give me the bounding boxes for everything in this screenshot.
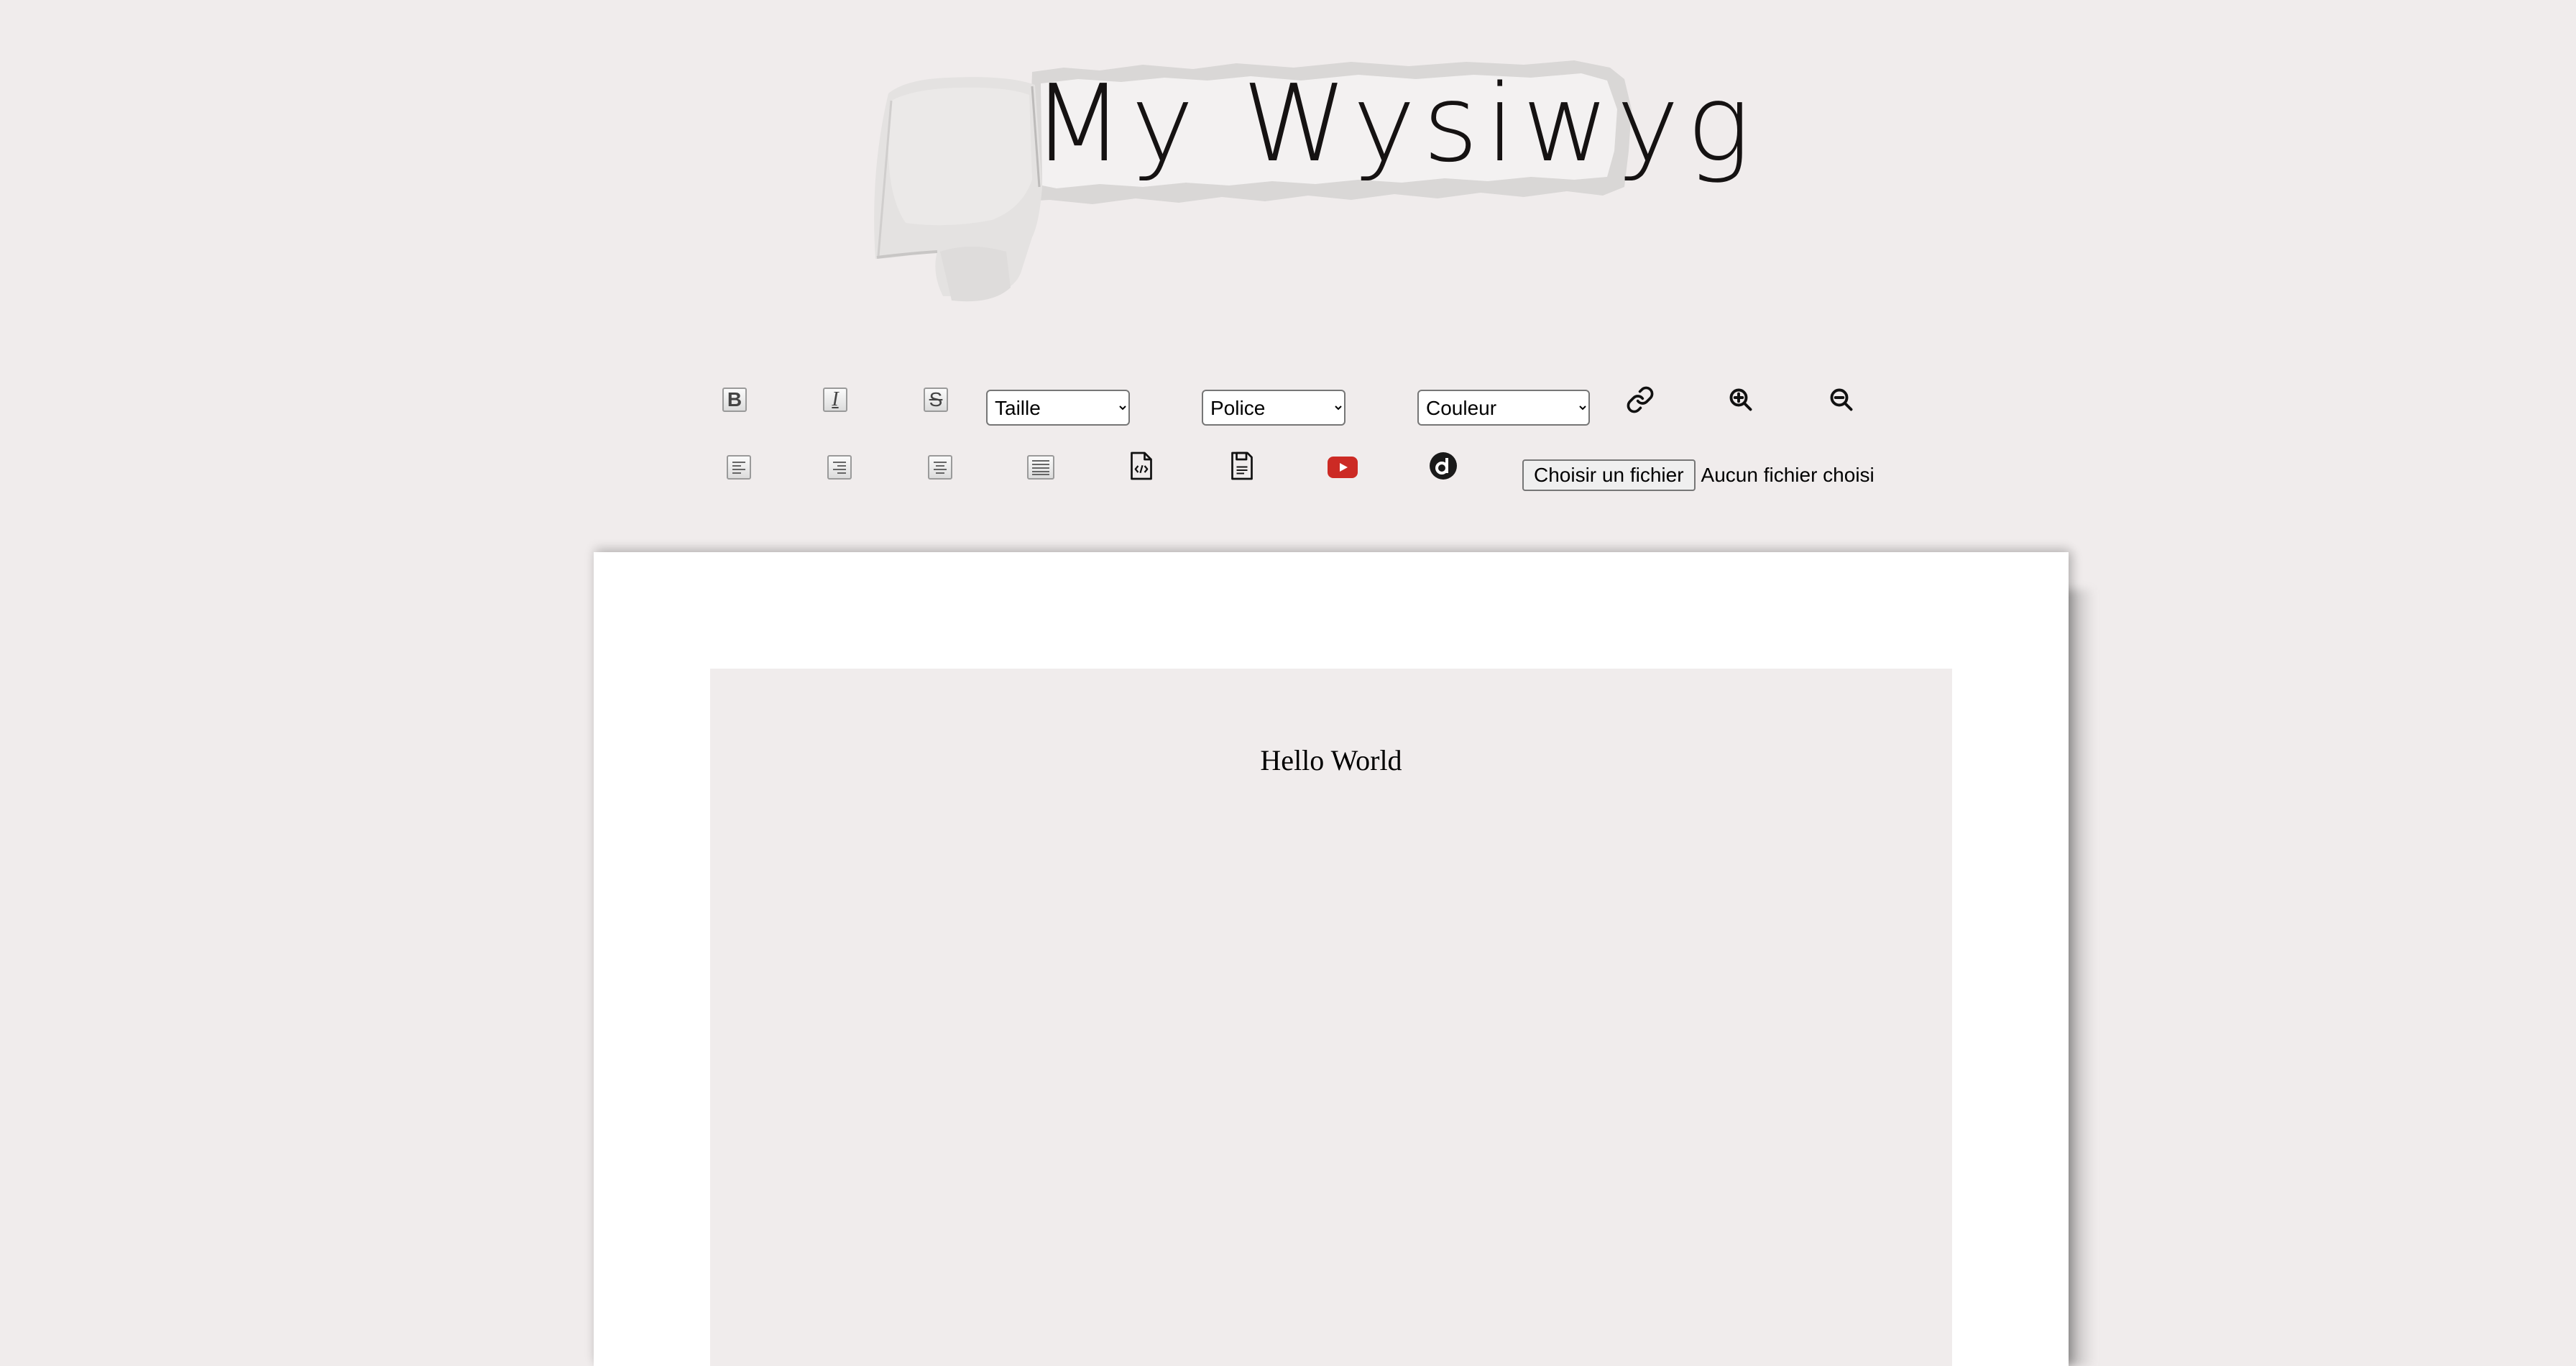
align-right-icon (827, 455, 852, 480)
save-button[interactable] (1226, 450, 1258, 482)
font-color-select[interactable]: Couleur (1417, 390, 1590, 426)
bold-button[interactable]: B (719, 384, 750, 416)
file-input[interactable]: Choisir un fichier Aucun fichier choisi (1522, 459, 1874, 492)
justify-icon (1027, 455, 1054, 480)
zoom-in-icon (1729, 388, 1752, 411)
code-view-button[interactable] (1126, 450, 1157, 482)
dailymotion-embed-button[interactable] (1427, 450, 1459, 482)
link-button[interactable] (1624, 384, 1656, 416)
code-file-icon (1131, 451, 1152, 480)
strikethrough-icon: S (924, 388, 948, 412)
app-page: My Wysiwyg B I S Taille Police Couleur C… (0, 0, 2576, 1366)
header-logo: My Wysiwyg (862, 43, 1750, 345)
app-title: My Wysiwyg (1032, 62, 1758, 185)
file-status-text: Aucun fichier choisi (1701, 464, 1874, 486)
link-icon (1627, 386, 1654, 413)
italic-icon: I (823, 388, 847, 412)
editor-area[interactable]: Hello World (710, 669, 1952, 1366)
save-file-icon (1231, 451, 1253, 480)
document-sheet: Hello World (594, 552, 2069, 1366)
align-left-lines (732, 462, 745, 474)
align-center-icon (928, 455, 952, 480)
choose-file-button[interactable]: Choisir un fichier (1522, 459, 1696, 491)
align-center-button[interactable] (924, 451, 956, 483)
align-right-lines (833, 462, 846, 474)
zoom-out-button[interactable] (1826, 384, 1857, 416)
align-center-lines (934, 462, 947, 474)
youtube-embed-button[interactable] (1327, 451, 1358, 483)
font-family-select[interactable]: Police (1202, 390, 1346, 426)
zoom-out-icon (1830, 388, 1853, 411)
justify-button[interactable] (1025, 451, 1057, 483)
justify-lines (1032, 460, 1049, 475)
zoom-in-button[interactable] (1725, 384, 1757, 416)
dailymotion-icon (1430, 452, 1457, 480)
youtube-icon (1328, 457, 1358, 478)
align-right-button[interactable] (824, 451, 855, 483)
align-left-icon (727, 455, 751, 480)
editor-content[interactable]: Hello World (710, 743, 1952, 777)
align-left-button[interactable] (723, 451, 755, 483)
italic-button[interactable]: I (819, 384, 851, 416)
font-size-select[interactable]: Taille (986, 390, 1130, 426)
bold-icon: B (722, 388, 747, 412)
strikethrough-button[interactable]: S (920, 384, 952, 416)
